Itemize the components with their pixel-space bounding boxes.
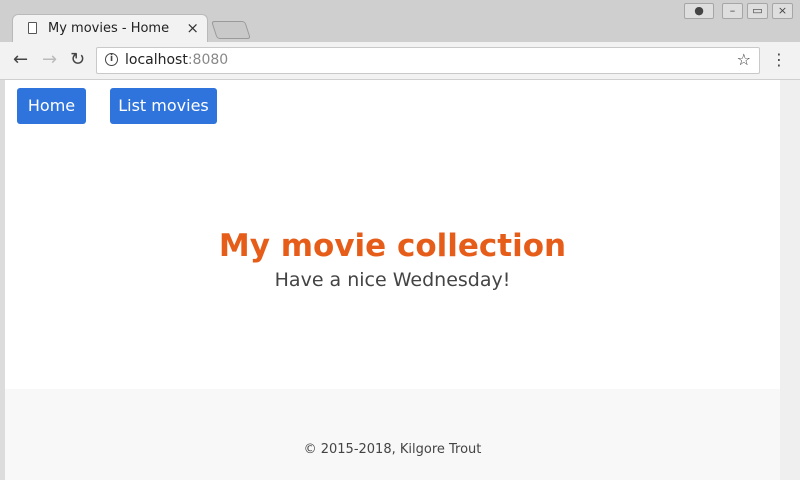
url-port: :8080: [187, 52, 229, 68]
reload-icon[interactable]: ↻: [70, 50, 85, 70]
page-title: My movie collection: [218, 228, 567, 264]
address-bar[interactable]: i localhost:8080 ☆: [96, 47, 760, 74]
browser-titlebar: My movies - Home × ● – ▭ ×: [0, 0, 800, 42]
home-button[interactable]: Home: [17, 88, 86, 124]
close-window-button[interactable]: ×: [772, 3, 793, 19]
bookmark-star-icon[interactable]: ☆: [737, 50, 751, 69]
browser-menu-icon[interactable]: ⋮: [771, 50, 787, 69]
new-tab-button[interactable]: [211, 21, 251, 39]
document-icon: [28, 22, 37, 34]
back-icon[interactable]: ←: [13, 50, 28, 70]
browser-tab-active[interactable]: My movies - Home ×: [12, 14, 208, 42]
forward-icon[interactable]: →: [42, 50, 57, 70]
page-viewport: Home List movies My movie collection Hav…: [5, 80, 780, 480]
scrollbar[interactable]: [780, 80, 800, 480]
url-text[interactable]: localhost:8080: [125, 52, 228, 68]
browser-toolbar: ← → ↻ i localhost:8080 ☆ ⋮: [0, 42, 800, 80]
maximize-button[interactable]: ▭: [747, 3, 768, 19]
close-tab-icon[interactable]: ×: [186, 19, 199, 37]
tab-title: My movies - Home: [48, 21, 170, 36]
page-footer: © 2015-2018, Kilgore Trout: [5, 389, 780, 480]
copyright-text: © 2015-2018, Kilgore Trout: [303, 442, 482, 457]
profile-icon[interactable]: ●: [684, 3, 714, 19]
list-movies-button[interactable]: List movies: [110, 88, 217, 124]
info-icon[interactable]: i: [105, 53, 118, 66]
minimize-button[interactable]: –: [722, 3, 743, 19]
url-host: localhost: [125, 52, 188, 68]
page-subtitle: Have a nice Wednesday!: [274, 269, 511, 291]
